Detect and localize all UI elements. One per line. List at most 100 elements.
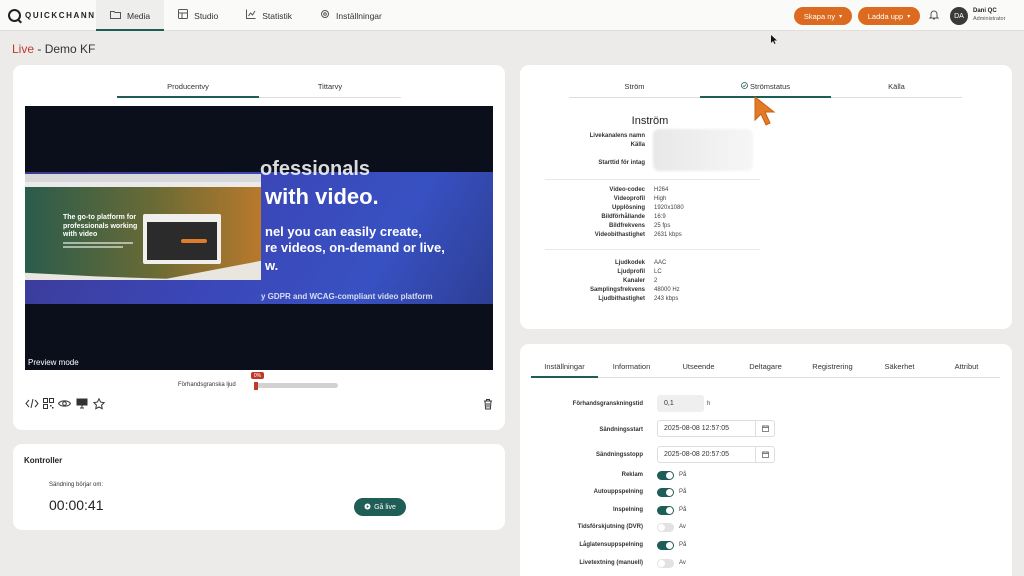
ads-toggle[interactable] (657, 471, 674, 480)
tab-sakerhet[interactable]: Säkerhet (866, 362, 933, 377)
tab-registrering[interactable]: Registrering (799, 362, 866, 377)
promo-heading: with video. (265, 184, 379, 209)
countdown-label: Sändning börjar om: (49, 482, 104, 488)
upload-label: Ladda upp (867, 11, 904, 21)
preview-time-unit: h (707, 401, 711, 407)
check-circle-icon (741, 82, 750, 91)
avatar[interactable]: DA (950, 7, 968, 25)
broadcast-icon (364, 503, 371, 512)
video-label: Bildfrekvens (608, 223, 645, 229)
audio-volume-slider[interactable] (255, 383, 338, 388)
nav-item-studio[interactable]: Studio (164, 0, 232, 31)
audio-label: Ljudprofil (617, 269, 645, 275)
promo-screenshot-window (143, 214, 221, 264)
star-icon[interactable] (92, 397, 106, 413)
video-label: Upplösning (612, 205, 645, 211)
video-label: Videobithastighet (594, 232, 645, 238)
video-label: Videoprofil (613, 196, 645, 202)
toggle-label: Inspelning (613, 507, 643, 513)
calendar-icon[interactable] (755, 421, 774, 436)
page-title: Live - Demo KF (12, 42, 95, 56)
tab-information[interactable]: Information (598, 362, 665, 377)
audio-value: 2 (654, 278, 658, 284)
tab-kalla[interactable]: Källa (831, 82, 962, 97)
broadcast-start-label: Sändningsstart (599, 427, 643, 433)
monitor-icon[interactable] (76, 398, 88, 412)
tab-producentvy[interactable]: Producentvy (117, 82, 259, 98)
top-bar: QUICKCHANNEL Media Studio Statistik Inst… (0, 0, 1024, 31)
bell-icon[interactable] (928, 9, 940, 23)
audio-slider-handle[interactable] (254, 382, 258, 390)
nav-item-installningar[interactable]: Inställningar (306, 0, 396, 31)
tab-attribut[interactable]: Attribut (933, 362, 1000, 377)
toggle-label: Låglatensuppspelning (579, 542, 643, 548)
preview-time-input[interactable]: 0,1 (657, 395, 704, 412)
tab-deltagare[interactable]: Deltagare (732, 362, 799, 377)
promo-line-2: re videos, on-demand or live, (265, 240, 445, 255)
preview-time-label: Förhandsgranskningstid (572, 401, 643, 407)
broadcast-stop-input[interactable]: 2025-08-08 20:57:05 (657, 446, 775, 463)
tab-stromstatus[interactable]: Strömstatus (700, 82, 831, 98)
upload-button[interactable]: Ladda upp ▾ (858, 7, 920, 25)
toggle-state: På (679, 507, 687, 513)
title-separator: - (37, 42, 42, 56)
calendar-icon[interactable] (755, 447, 774, 462)
recording-toggle[interactable] (657, 506, 674, 515)
broadcast-stop-value: 2025-08-08 20:57:05 (664, 451, 729, 458)
broadcast-stop-label: Sändningsstopp (596, 452, 643, 458)
trash-icon[interactable] (483, 398, 493, 413)
low-latency-toggle[interactable] (657, 541, 674, 550)
tab-tittarvy[interactable]: Tittarvy (259, 82, 401, 97)
audio-value: LC (654, 269, 662, 275)
nav-item-statistik[interactable]: Statistik (232, 0, 306, 31)
preview-tabs: Producentvy Tittarvy (117, 82, 401, 98)
broadcast-start-value: 2025-08-08 12:57:05 (664, 425, 729, 432)
logo[interactable]: QUICKCHANNEL (8, 9, 109, 22)
gear-icon (320, 9, 330, 22)
tab-strom[interactable]: Ström (569, 82, 700, 97)
dvr-toggle[interactable] (657, 523, 674, 532)
countdown-timer: 00:00:41 (49, 497, 104, 513)
video-preview[interactable]: ofessionals with video. nel you can easi… (25, 106, 493, 370)
video-label: Video-codec (609, 187, 645, 193)
live-captions-toggle[interactable] (657, 559, 674, 568)
settings-tabs: Inställningar Information Utseende Delta… (531, 362, 1000, 378)
mouse-cursor-icon (771, 35, 778, 46)
controls-title: Kontroller (24, 456, 63, 465)
go-live-button[interactable]: Gå live (354, 498, 406, 516)
video-value: 1920x1080 (654, 205, 684, 211)
audio-preview-label: Förhandsgranska ljud (178, 382, 236, 388)
toggle-state: På (679, 489, 687, 495)
qr-code-icon[interactable] (43, 398, 54, 412)
toggle-label: Livetextning (manuell) (579, 560, 643, 566)
nav-label: Inställningar (336, 10, 382, 21)
embed-code-icon[interactable] (25, 398, 39, 412)
go-live-label: Gå live (374, 503, 396, 511)
main-nav: Media Studio Statistik Inställningar (96, 0, 396, 31)
divider (545, 249, 760, 250)
preview-mode-label: Preview mode (28, 358, 79, 367)
autoplay-toggle[interactable] (657, 488, 674, 497)
toggle-state: På (679, 542, 687, 548)
live-label: Live (12, 42, 35, 56)
chevron-down-icon: ▾ (839, 13, 843, 20)
divider (545, 179, 760, 180)
eye-icon[interactable] (57, 398, 72, 412)
pointer-arrow-icon (754, 96, 776, 126)
promo-line-1: nel you can easily create, (265, 224, 422, 239)
video-value: High (654, 196, 667, 202)
instream-heading: Inström (631, 115, 669, 127)
chevron-down-icon: ▾ (907, 13, 911, 20)
toggle-label: Autouppspelning (593, 489, 643, 495)
toggle-state: Av (679, 560, 686, 566)
create-new-button[interactable]: Skapa ny ▾ (794, 7, 852, 25)
promo-heading-top: ofessionals (260, 158, 371, 180)
tab-utseende[interactable]: Utseende (665, 362, 732, 377)
nav-label: Media (127, 10, 151, 21)
chart-icon (246, 9, 256, 22)
tab-installningar[interactable]: Inställningar (531, 362, 598, 378)
broadcast-start-input[interactable]: 2025-08-08 12:57:05 (657, 420, 775, 437)
toggle-state: På (679, 472, 687, 478)
nav-item-media[interactable]: Media (96, 0, 165, 31)
logo-icon (8, 9, 21, 22)
